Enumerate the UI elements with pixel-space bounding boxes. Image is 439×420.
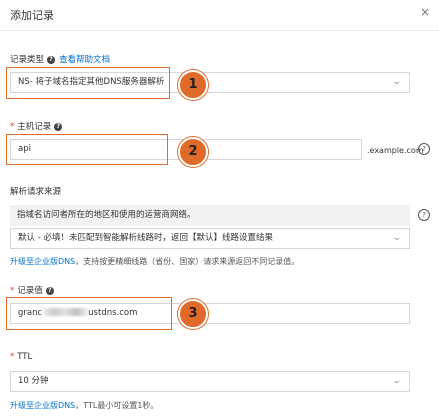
annotation-badge-2: 2: [178, 137, 208, 167]
upgrade-note-text: ，支持按更精细线路（省份、国家）请求来源返回不同记录值。: [75, 257, 300, 266]
domain-suffix: .example.com: [367, 146, 424, 155]
question-circle-icon[interactable]: ?: [418, 143, 430, 155]
help-icon[interactable]: ?: [54, 123, 63, 131]
annotation-box-2: [6, 134, 168, 165]
record-type-label-row: 记录类型? 查看帮助文档: [10, 53, 110, 65]
required-marker: *: [10, 122, 15, 132]
ttl-note-text: ，TTL最小可设置1秒。: [75, 401, 159, 410]
required-marker: *: [10, 286, 15, 296]
help-doc-link[interactable]: 查看帮助文档: [59, 55, 110, 65]
ttl-select[interactable]: 10 分钟 ⌄: [10, 371, 410, 392]
help-icon[interactable]: ?: [45, 287, 54, 295]
ttl-upgrade-note: 升级至企业版DNS，TTL最小可设置1秒。: [10, 400, 158, 411]
resolution-source-label: 解析请求来源: [10, 187, 62, 197]
host-record-label-row: * 主机记录?: [10, 120, 63, 132]
annotation-box-3: [6, 297, 172, 330]
chevron-down-icon: ⌄: [391, 233, 403, 243]
annotation-box-1: [6, 67, 170, 99]
chevron-down-icon: ⌄: [391, 77, 403, 87]
dialog-title: 添加记录: [10, 9, 54, 22]
ttl-value: 10 分钟: [18, 376, 49, 386]
host-record-label: 主机记录: [17, 122, 52, 132]
help-icon[interactable]: ?: [47, 56, 56, 64]
question-circle-icon[interactable]: ?: [418, 209, 430, 221]
resolution-source-hint: 指域名访问者所在的地区和使用的运营商网络。: [10, 205, 410, 226]
close-icon[interactable]: ×: [420, 5, 430, 19]
resolution-line-select[interactable]: 默认 - 必填！未匹配到智能解析线路时，返回【默认】线路设置结果 ⌄: [10, 228, 410, 249]
ttl-label-row: * TTL: [10, 352, 32, 362]
record-type-label: 记录类型: [10, 55, 45, 65]
chevron-down-icon: ⌄: [391, 376, 403, 386]
ttl-label: TTL: [17, 352, 33, 362]
resolution-line-value: 默认 - 必填！未匹配到智能解析线路时，返回【默认】线路设置结果: [18, 233, 273, 243]
annotation-badge-1: 1: [178, 70, 208, 100]
required-marker: *: [10, 352, 15, 362]
upgrade-enterprise-link[interactable]: 升级至企业版DNS: [10, 257, 75, 266]
upgrade-enterprise-link[interactable]: 升级至企业版DNS: [10, 401, 75, 410]
record-value-label: 记录值: [17, 286, 43, 296]
annotation-badge-3: 3: [178, 299, 208, 329]
dialog-header: 添加记录 ×: [0, 0, 439, 31]
resolution-upgrade-note: 升级至企业版DNS，支持按更精细线路（省份、国家）请求来源返回不同记录值。: [10, 256, 299, 267]
record-value-label-row: * 记录值?: [10, 284, 54, 296]
